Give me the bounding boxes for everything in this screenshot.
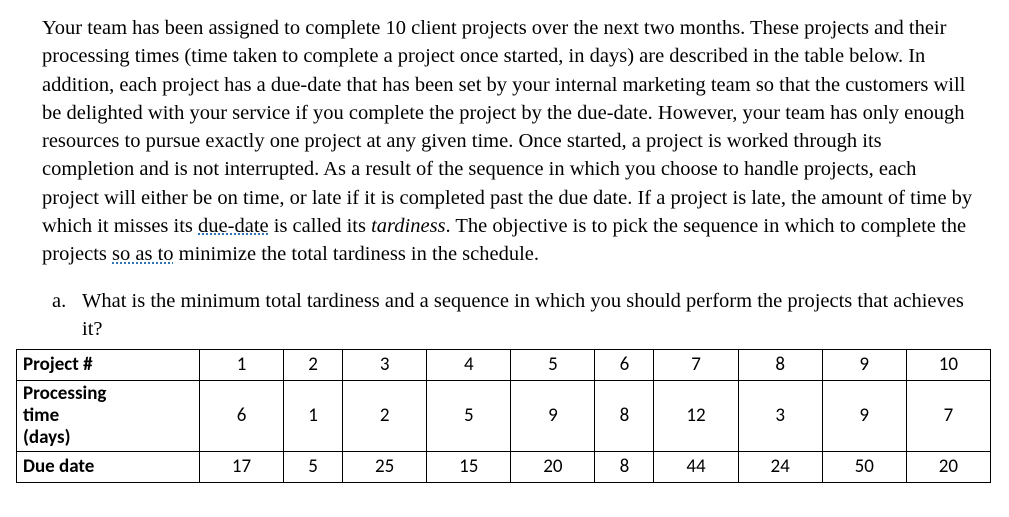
col-6: 6 [595, 350, 654, 381]
col-8: 8 [738, 350, 822, 381]
cell: 8 [595, 451, 654, 482]
cell: 3 [738, 381, 822, 452]
col-9: 9 [822, 350, 906, 381]
table-header-row: Project # 1 2 3 4 5 6 7 8 9 10 [17, 350, 991, 381]
cell: 12 [654, 381, 738, 452]
para-text-2: is called its [269, 215, 371, 237]
term-tardiness: tardiness [371, 215, 445, 237]
cell: 20 [511, 451, 595, 482]
cell: 9 [822, 381, 906, 452]
para-text-1: Your team has been assigned to complete … [42, 17, 972, 237]
cell: 17 [200, 451, 284, 482]
squiggly-so-as-to: so as to [112, 243, 174, 265]
col-4: 4 [427, 350, 511, 381]
cell: 2 [343, 381, 427, 452]
row-label-duedate: Due date [17, 451, 200, 482]
squiggly-due-date: due-date [198, 215, 269, 237]
col-7: 7 [654, 350, 738, 381]
cell: 24 [738, 451, 822, 482]
cell: 44 [654, 451, 738, 482]
cell: 1 [284, 381, 343, 452]
cell: 5 [284, 451, 343, 482]
cell: 50 [822, 451, 906, 482]
para-text-4: minimize the total tardiness in the sche… [174, 243, 540, 265]
header-label: Project # [17, 350, 200, 381]
col-10: 10 [906, 350, 990, 381]
question-marker: a. [52, 287, 82, 344]
cell: 8 [595, 381, 654, 452]
col-5: 5 [511, 350, 595, 381]
cell: 15 [427, 451, 511, 482]
cell: 5 [427, 381, 511, 452]
question-a: a. What is the minimum total tardiness a… [52, 287, 977, 344]
cell: 20 [906, 451, 990, 482]
col-2: 2 [284, 350, 343, 381]
projects-table: Project # 1 2 3 4 5 6 7 8 9 10 Processin… [16, 349, 991, 483]
col-1: 1 [200, 350, 284, 381]
cell: 25 [343, 451, 427, 482]
cell: 9 [511, 381, 595, 452]
question-text: What is the minimum total tardiness and … [82, 287, 977, 344]
table-row: Due date 17 5 25 15 20 8 44 24 50 20 [17, 451, 991, 482]
table-row: Processingtime(days) 6 1 2 5 9 8 12 3 9 … [17, 381, 991, 452]
intro-paragraph: Your team has been assigned to complete … [42, 14, 977, 269]
row-label-processing: Processingtime(days) [17, 381, 200, 452]
cell: 6 [200, 381, 284, 452]
col-3: 3 [343, 350, 427, 381]
cell: 7 [906, 381, 990, 452]
